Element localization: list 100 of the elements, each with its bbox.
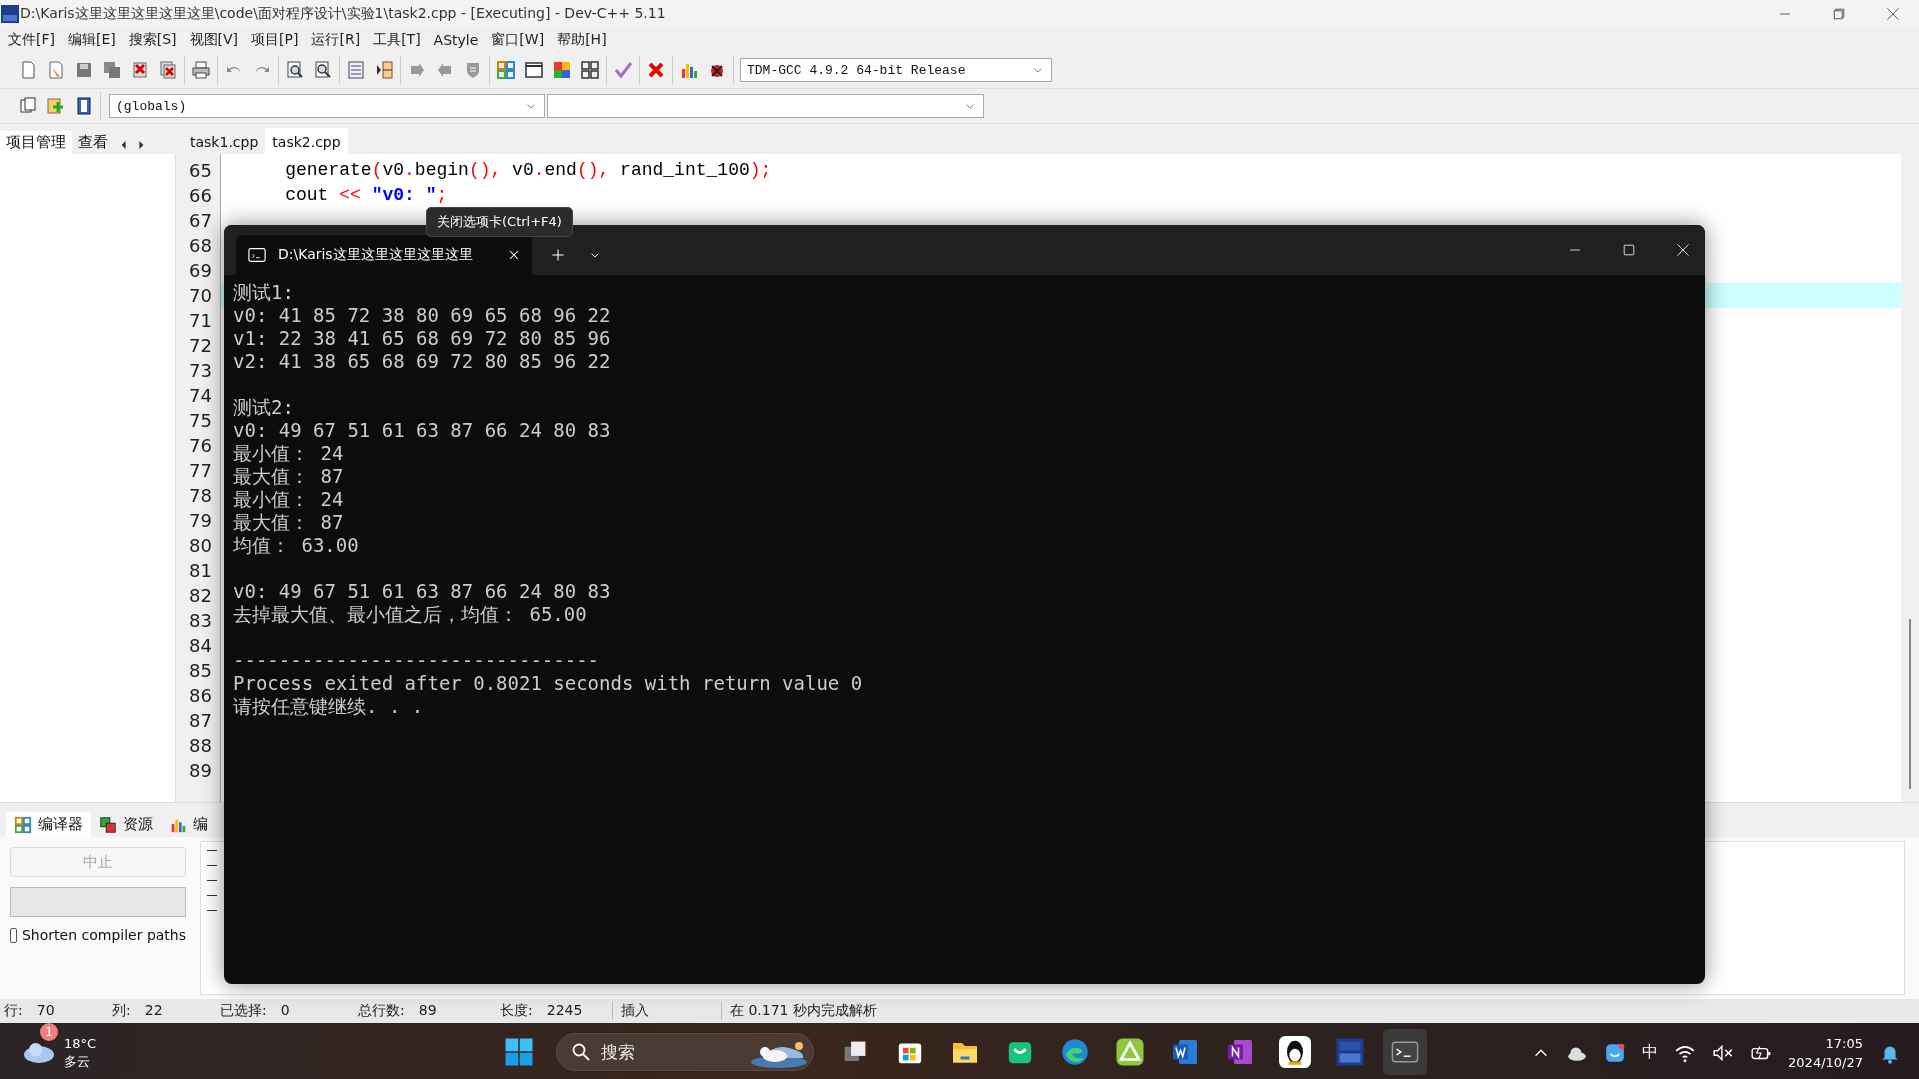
scope-dropdown[interactable]: (globals) — [109, 94, 545, 118]
line-number: 72 — [188, 334, 213, 358]
document-app-icon[interactable] — [1170, 1037, 1200, 1067]
line-number: 80 — [188, 534, 213, 558]
menu-item[interactable]: 项目[P] — [247, 31, 308, 49]
line-number: 83 — [188, 609, 213, 633]
triangle-app-icon[interactable] — [1115, 1037, 1145, 1067]
browser-icon[interactable] — [1060, 1037, 1090, 1067]
status-value: 2245 — [546, 1002, 583, 1020]
restore-icon[interactable] — [1831, 6, 1847, 22]
add-icon[interactable] — [46, 96, 66, 116]
close-file-icon[interactable] — [130, 60, 150, 80]
line-number: 70 — [188, 284, 213, 308]
line-number: 78 — [188, 484, 213, 508]
tooltip: 关闭选项卡(Ctrl+F4) — [426, 207, 573, 237]
console-line: 测试2: — [233, 396, 295, 419]
file-tab[interactable]: task2.cpp — [265, 128, 348, 154]
close-all-icon[interactable] — [158, 60, 178, 80]
class-icon[interactable] — [18, 96, 38, 116]
panel-tab[interactable]: 查看 — [72, 131, 114, 154]
status-text: 插入 — [621, 1002, 649, 1020]
print-icon[interactable] — [191, 60, 211, 80]
palette-icon[interactable] — [552, 60, 572, 80]
terminal-tab[interactable]: D:\Karis这里这里这里这里这里 — [236, 235, 532, 275]
plus-icon[interactable] — [550, 247, 566, 263]
find-icon[interactable] — [285, 60, 305, 80]
save-all-icon[interactable] — [102, 60, 122, 80]
line-number: 87 — [188, 709, 213, 733]
close-icon[interactable] — [1675, 242, 1691, 258]
menu-item[interactable]: 运行[R] — [307, 31, 370, 49]
line-number: 81 — [188, 559, 213, 583]
menu-item[interactable]: 窗口[W] — [487, 31, 554, 49]
line-number: 65 — [188, 159, 213, 183]
line-number: 71 — [188, 309, 213, 333]
line-number: 75 — [188, 409, 213, 433]
save-icon[interactable] — [74, 60, 94, 80]
grid-icon[interactable] — [496, 60, 516, 80]
terminal-icon — [248, 246, 266, 264]
console-line: v0: 41 85 72 38 80 69 65 68 96 22 — [233, 304, 612, 327]
notebook-app-icon[interactable] — [1225, 1037, 1255, 1067]
ide-app-icon[interactable] — [1335, 1037, 1365, 1067]
unindent-icon[interactable] — [374, 60, 394, 80]
scrollbar[interactable] — [1901, 154, 1919, 802]
maximize-icon[interactable] — [1621, 242, 1637, 258]
menu-item[interactable]: 工具[T] — [369, 31, 430, 49]
search-field[interactable]: 搜索 — [556, 1033, 814, 1071]
panel-tab[interactable]: 编 — [161, 812, 216, 837]
status-text: 在 0.171 秒内完成解析 — [730, 1002, 877, 1020]
menu-item[interactable]: 文件[F] — [4, 31, 64, 49]
smiley-icon[interactable] — [1604, 1041, 1627, 1064]
line-number: 66 — [188, 184, 213, 208]
menu-item[interactable]: 搜索[S] — [124, 31, 186, 49]
tiles-icon[interactable] — [580, 60, 600, 80]
close-icon[interactable] — [1885, 6, 1901, 22]
delete-icon[interactable] — [646, 60, 666, 80]
checkbox[interactable] — [10, 927, 17, 943]
code-line: cout << "v0: "; — [284, 185, 448, 205]
notification-badge: 1 — [40, 1023, 58, 1041]
penguin-icon[interactable] — [1279, 1036, 1311, 1068]
status-text: 长度: — [500, 1002, 533, 1020]
menu-item[interactable]: 帮助[H] — [553, 31, 616, 49]
console-line: 去掉最大值、最小值之后，均值： 65.00 — [233, 603, 588, 626]
start-icon[interactable] — [504, 1037, 534, 1067]
line-number: 69 — [188, 259, 213, 283]
panel-tab[interactable]: 编译器 — [6, 812, 91, 837]
menu-item[interactable]: AStyle — [429, 32, 488, 48]
line-number: 76 — [188, 434, 213, 458]
line-number: 88 — [188, 734, 213, 758]
window-icon[interactable] — [524, 60, 544, 80]
line-number: 68 — [188, 234, 213, 258]
menu-item[interactable]: 编辑[E] — [64, 31, 125, 49]
status-text: 列: — [112, 1002, 131, 1020]
status-value: 0 — [280, 1002, 290, 1020]
app-logo-icon — [0, 4, 20, 24]
status-value: 89 — [418, 1002, 437, 1020]
input-method[interactable]: 中 — [1642, 1042, 1659, 1063]
console-line: 最小值： 24 — [233, 488, 345, 511]
clock-date: 2024/10/27 — [1788, 1053, 1863, 1072]
cloud-icon[interactable] — [22, 1043, 56, 1063]
file-tab[interactable]: task1.cpp — [183, 130, 266, 154]
status-text: 行: — [4, 1002, 23, 1020]
status-text: 已选择: — [220, 1002, 267, 1020]
line-number: 74 — [188, 384, 213, 408]
weather-condition: 多云 — [64, 1053, 91, 1071]
panel-tab[interactable]: 项目管理 — [0, 131, 72, 154]
replace-icon[interactable] — [313, 60, 333, 80]
menu-item[interactable]: 视图[V] — [185, 31, 248, 49]
check-icon[interactable] — [613, 60, 633, 80]
status-value: 22 — [144, 1002, 163, 1020]
line-number: 86 — [188, 684, 213, 708]
console-line: 最大值： 87 — [233, 511, 345, 534]
compiler-dropdown[interactable]: TDM-GCC 4.9.2 64-bit Release — [740, 58, 1052, 82]
line-number: 84 — [188, 634, 213, 658]
console-line: v1: 22 38 41 65 68 69 72 80 85 96 — [233, 327, 612, 350]
status-value: 70 — [36, 1002, 55, 1020]
line-number: 73 — [188, 359, 213, 383]
search-icon — [571, 1042, 591, 1062]
panel-tab[interactable]: 资源 — [91, 812, 161, 837]
line-number: 79 — [188, 509, 213, 533]
console-line: v2: 41 38 65 68 69 72 80 85 96 22 — [233, 350, 612, 373]
